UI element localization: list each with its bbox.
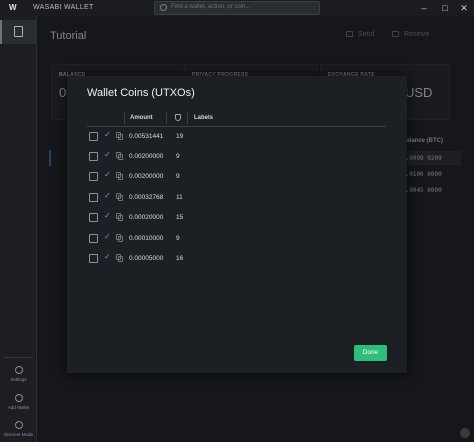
coin-checkbox[interactable] <box>89 152 98 161</box>
coin-amount: 0.00200000 <box>129 153 164 160</box>
coin-anonymity: 19 <box>176 133 184 140</box>
coin-anonymity: 15 <box>176 214 184 221</box>
column-divider <box>124 112 125 124</box>
coin-row[interactable]: ✓ 0.00531441 19 <box>87 127 386 147</box>
amount-column-header[interactable]: Amount <box>130 115 153 121</box>
coins-table-header: Amount Labels <box>87 109 386 127</box>
confirmed-check-icon: ✓ <box>104 150 111 159</box>
eye-icon <box>14 421 23 429</box>
copy-icon <box>116 172 123 180</box>
copy-icon <box>116 193 123 201</box>
coin-checkbox[interactable] <box>89 132 98 141</box>
coin-anonymity: 9 <box>176 153 180 160</box>
confirmed-check-icon: ✓ <box>104 232 111 241</box>
sidebar-divider <box>4 357 33 358</box>
wasabi-logo-icon: W <box>9 3 17 12</box>
plus-icon <box>14 394 23 402</box>
sidebar: Settings Add Wallet Discreet Mode <box>0 16 37 442</box>
coin-amount: 0.00531441 <box>129 133 164 140</box>
sidebar-item-label: Discreet Mode <box>3 432 33 437</box>
coin-anonymity: 9 <box>176 173 180 180</box>
confirmed-check-icon: ✓ <box>104 252 111 261</box>
coin-checkbox[interactable] <box>89 254 98 263</box>
search-icon <box>160 4 167 11</box>
wallet-icon <box>14 26 23 37</box>
coin-row[interactable]: ✓ 0.00005000 16 <box>87 249 386 269</box>
sidebar-item-wallet[interactable] <box>0 20 37 44</box>
coin-row[interactable]: ✓ 0.00010000 9 <box>87 229 386 249</box>
dialog-title: Wallet Coins (UTXOs) <box>87 87 195 99</box>
coin-amount: 0.00200000 <box>129 173 164 180</box>
gear-icon <box>14 366 23 374</box>
coin-amount: 0.00032768 <box>129 194 164 201</box>
sidebar-item-label: Settings <box>10 377 27 382</box>
coin-amount: 0.00005000 <box>129 255 164 262</box>
labels-column-header[interactable]: Labels <box>194 115 213 121</box>
confirmed-check-icon: ✓ <box>104 170 111 179</box>
coin-checkbox[interactable] <box>89 172 98 181</box>
confirmed-check-icon: ✓ <box>104 191 111 200</box>
copy-icon <box>116 152 123 160</box>
done-button[interactable]: Done <box>354 345 387 361</box>
copy-icon <box>116 254 123 262</box>
copy-icon <box>116 132 123 140</box>
minimize-button[interactable]: – <box>418 2 430 14</box>
coin-amount: 0.00010000 <box>129 235 164 242</box>
sidebar-item-discreet-mode[interactable]: Discreet Mode <box>0 421 37 437</box>
sidebar-item-label: Add Wallet <box>7 405 30 410</box>
coin-row[interactable]: ✓ 0.00032768 11 <box>87 188 386 208</box>
sidebar-item-settings[interactable]: Settings <box>0 366 37 382</box>
copy-icon <box>116 234 123 242</box>
coin-anonymity: 9 <box>176 235 180 242</box>
app-title: WASABI WALLET <box>33 4 94 11</box>
wasabi-wallet-window: W WASABI WALLET Find a wallet, action, o… <box>0 0 474 442</box>
coin-row[interactable]: ✓ 0.00200000 9 <box>87 167 386 187</box>
coin-checkbox[interactable] <box>89 193 98 202</box>
sidebar-item-add-wallet[interactable]: Add Wallet <box>0 394 37 410</box>
coin-amount: 0.00020000 <box>129 214 164 221</box>
maximize-button[interactable]: □ <box>439 2 451 14</box>
coin-row[interactable]: ✓ 0.00200000 9 <box>87 147 386 167</box>
column-divider <box>187 112 188 124</box>
confirmed-check-icon: ✓ <box>104 211 111 220</box>
search-input[interactable]: Find a wallet, action, or coin... <box>154 1 320 15</box>
coin-anonymity: 11 <box>176 194 183 201</box>
confirmed-check-icon: ✓ <box>104 130 111 139</box>
search-placeholder: Find a wallet, action, or coin... <box>171 4 251 10</box>
coin-checkbox[interactable] <box>89 213 98 222</box>
coin-checkbox[interactable] <box>89 234 98 243</box>
close-button[interactable]: ✕ <box>458 2 470 14</box>
wallet-coins-dialog: Wallet Coins (UTXOs) Amount Labels ✓ 0.0… <box>67 76 407 373</box>
shield-icon[interactable] <box>175 114 181 121</box>
column-divider <box>166 112 167 124</box>
coin-row[interactable]: ✓ 0.00020000 15 <box>87 208 386 228</box>
title-bar: W WASABI WALLET Find a wallet, action, o… <box>0 0 474 16</box>
coin-anonymity: 16 <box>176 255 184 262</box>
copy-icon <box>116 213 123 221</box>
